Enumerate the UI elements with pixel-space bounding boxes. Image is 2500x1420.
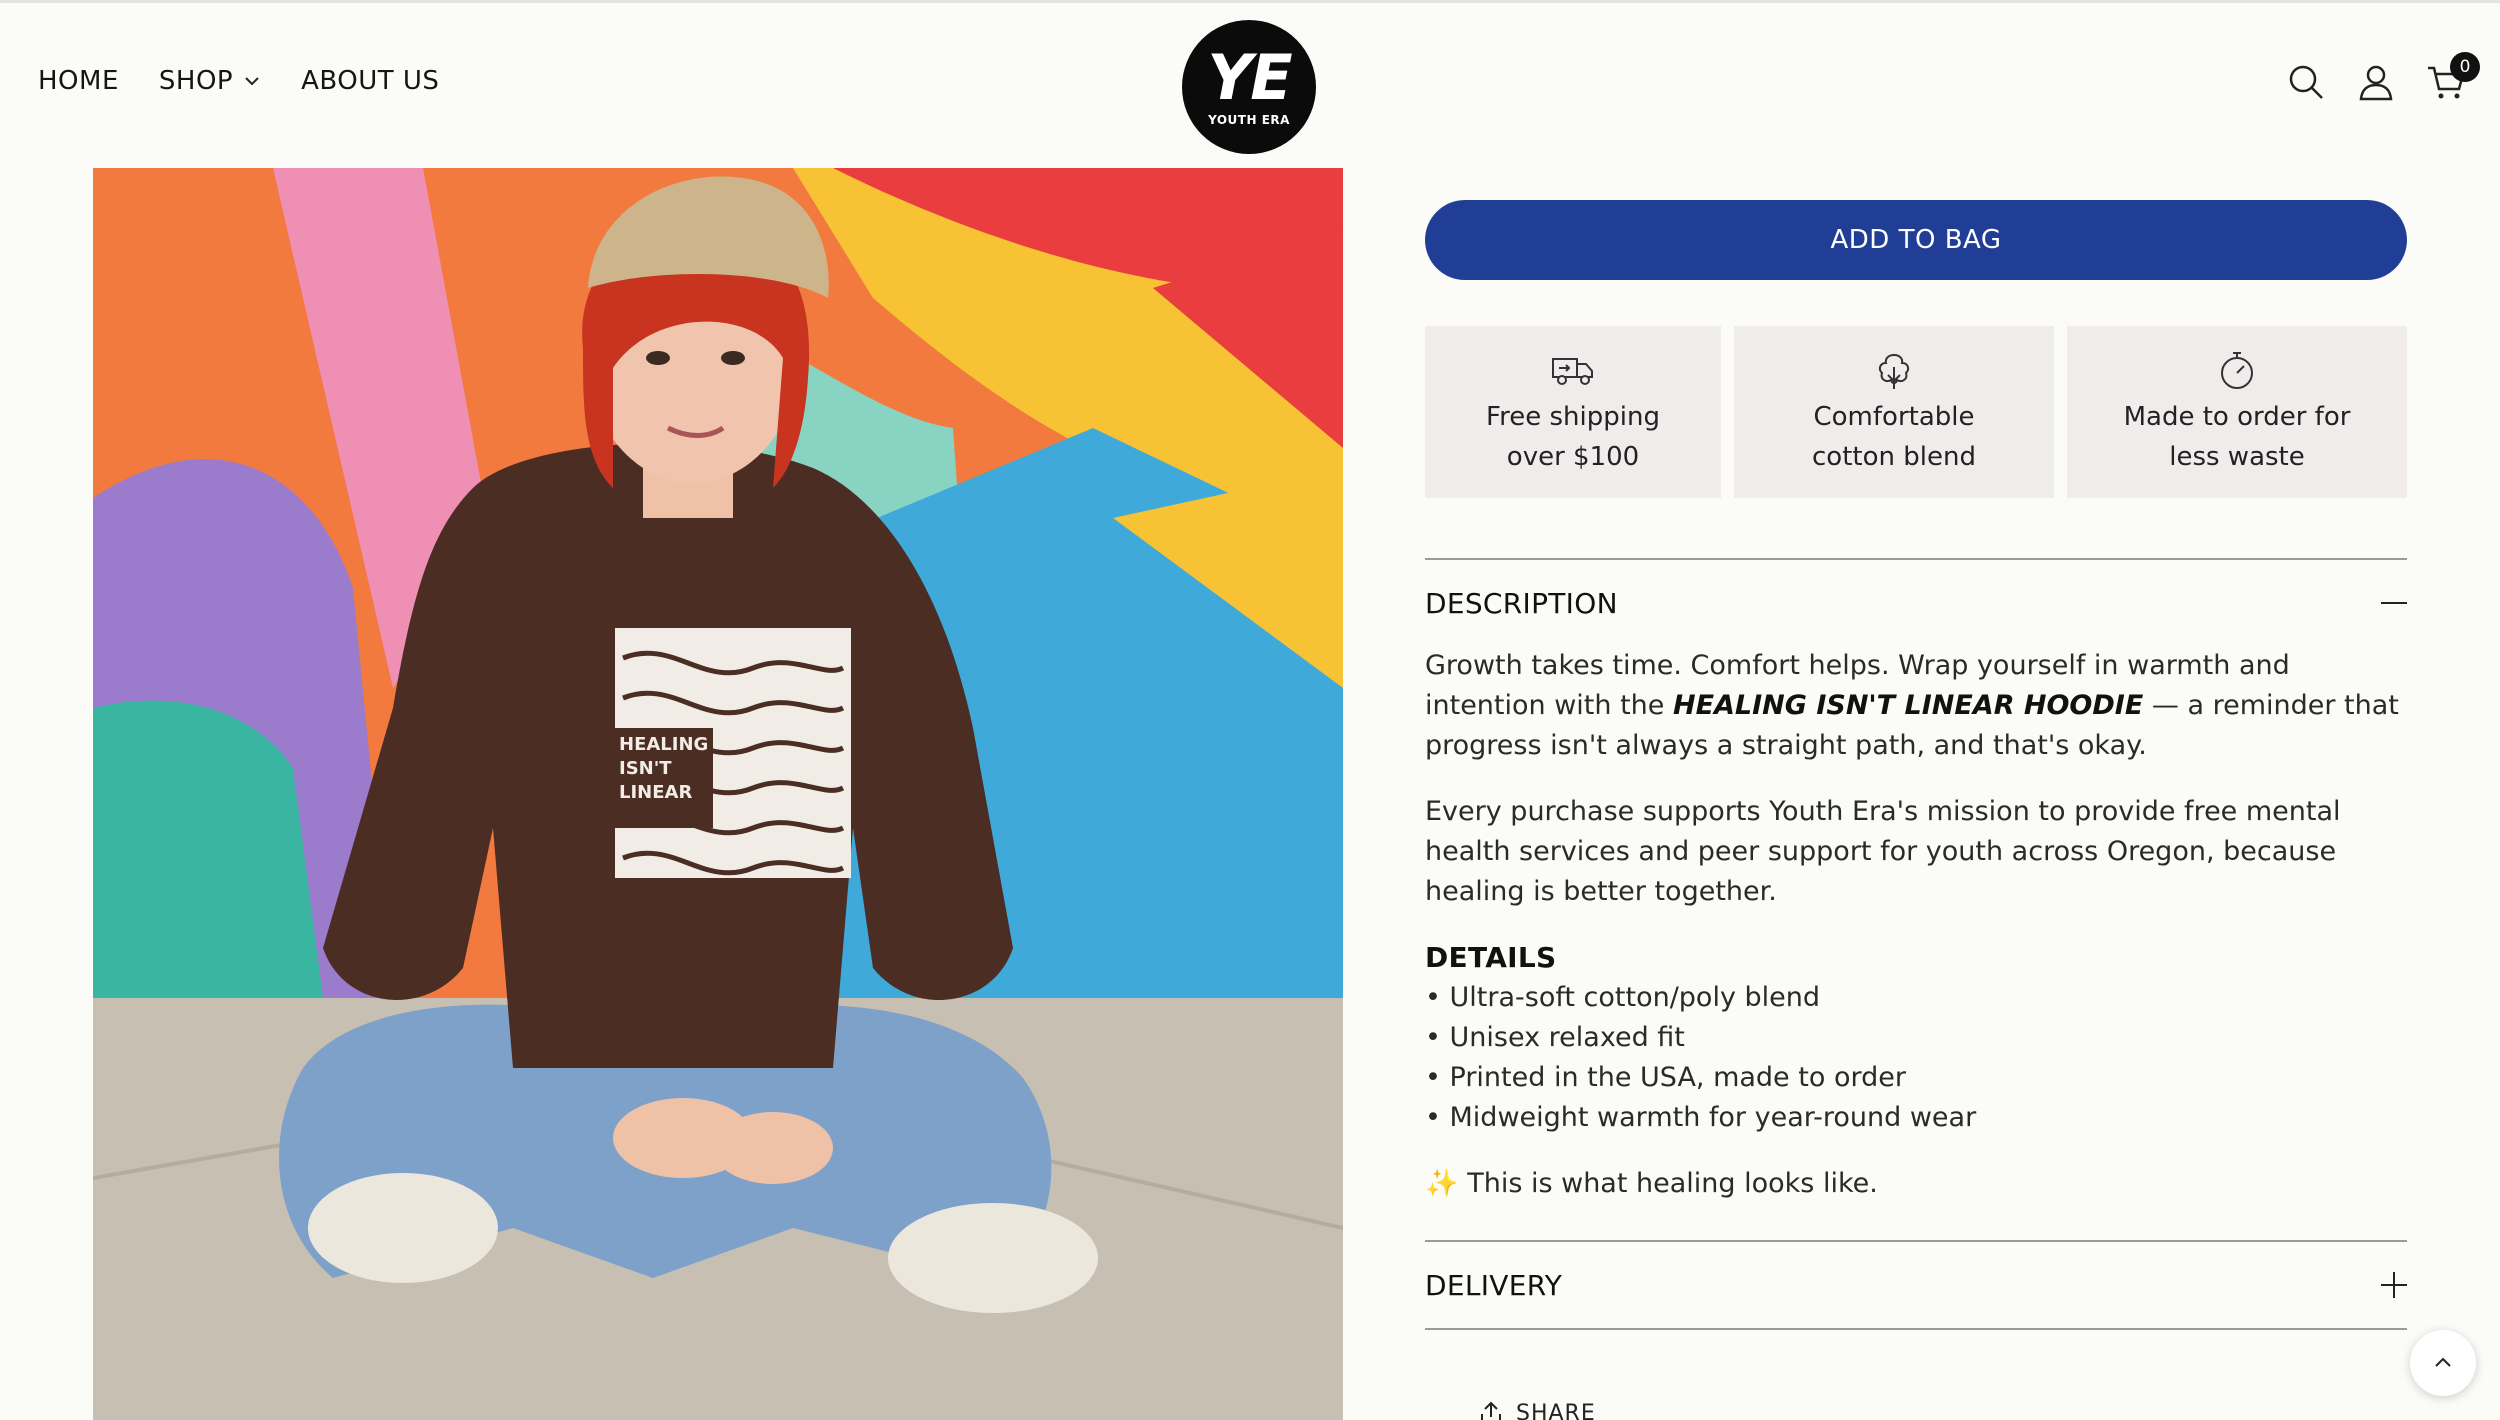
product-info: ADD TO BAG Free shipping over $100 Comfo… xyxy=(1425,200,2407,1330)
cart-count-badge: 0 xyxy=(2450,52,2480,82)
account-icon[interactable] xyxy=(2356,62,2396,102)
product-name-bold: HEALING ISN'T LINEAR HOODIE xyxy=(1672,690,2144,721)
closing-text: This is what healing looks like. xyxy=(1458,1168,1878,1199)
main-nav: HOME SHOP ABOUT US xyxy=(38,66,439,96)
details-list: • Ultra-soft cotton/poly blend • Unisex … xyxy=(1425,978,2407,1138)
chevron-up-icon xyxy=(2435,1357,2451,1367)
nav-shop-label: SHOP xyxy=(158,66,234,96)
logo-text: YOUTH ERA xyxy=(1208,113,1290,127)
feature-3-line-1: Made to order for xyxy=(2123,402,2351,432)
expand-plus-icon[interactable] xyxy=(2381,1272,2407,1298)
details-title: DETAILS xyxy=(1425,941,1557,974)
chevron-down-icon xyxy=(245,77,259,86)
feature-2-line-1: Comfortable xyxy=(1813,402,1975,432)
description-title: DESCRIPTION xyxy=(1425,586,1618,620)
sparkle-icon: ✨ xyxy=(1425,1168,1459,1199)
feature-1-line-2: over $100 xyxy=(1506,442,1640,472)
cart-icon[interactable]: 0 xyxy=(2426,52,2480,102)
nav-about[interactable]: ABOUT US xyxy=(301,66,439,96)
print-line-1: HEALING xyxy=(619,734,708,755)
print-line-2: ISN'T xyxy=(619,758,672,779)
top-border xyxy=(0,0,2500,3)
delivery-header[interactable]: DELIVERY xyxy=(1425,1242,2407,1328)
details-item: • Printed in the USA, made to order xyxy=(1425,1062,1906,1093)
product-photo[interactable]: HEALING ISN'T LINEAR xyxy=(93,168,1343,1420)
print-line-3: LINEAR xyxy=(619,782,692,803)
details-item: • Ultra-soft cotton/poly blend xyxy=(1425,982,1821,1013)
collapse-minus-icon[interactable] xyxy=(2381,590,2407,616)
nav-home[interactable]: HOME xyxy=(38,66,119,96)
feature-made-to-order: Made to order for less waste xyxy=(2067,326,2407,498)
share-icon xyxy=(1481,1401,1501,1420)
feature-free-shipping: Free shipping over $100 xyxy=(1425,326,1721,498)
delivery-accordion: DELIVERY xyxy=(1425,1240,2407,1330)
details-item: • Midweight warmth for year-round wear xyxy=(1425,1102,1977,1133)
description-accordion: DESCRIPTION Growth takes time. Comfort h… xyxy=(1425,558,2407,1240)
nav-shop[interactable]: SHOP xyxy=(159,66,261,96)
description-body: Growth takes time. Comfort helps. Wrap y… xyxy=(1425,646,2407,1240)
share-button[interactable]: SHARE xyxy=(1478,1400,1596,1420)
stopwatch-icon xyxy=(2221,352,2253,389)
description-header[interactable]: DESCRIPTION xyxy=(1425,560,2407,646)
nav-about-label: ABOUT US xyxy=(301,66,440,96)
product-photo-illustration: HEALING ISN'T LINEAR xyxy=(93,168,1343,1420)
closing-line: ✨ This is what healing looks like. xyxy=(1425,1164,2407,1204)
header-icons: 0 xyxy=(2286,52,2480,102)
details-item: • Unisex relaxed fit xyxy=(1425,1022,1685,1053)
share-label: SHARE xyxy=(1516,1400,1596,1420)
feature-3-line-2: less waste xyxy=(2169,442,2305,472)
feature-cotton-blend: Comfortable cotton blend xyxy=(1734,326,2054,498)
feature-1-line-1: Free shipping xyxy=(1486,402,1660,432)
description-paragraph-1: Growth takes time. Comfort helps. Wrap y… xyxy=(1425,646,2407,766)
nav-home-label: HOME xyxy=(38,66,119,96)
feature-tiles: Free shipping over $100 Comfortable cott… xyxy=(1425,326,2407,498)
brand-logo[interactable]: YE YOUTH ERA xyxy=(1182,20,1316,154)
delivery-title: DELIVERY xyxy=(1425,1268,1563,1302)
logo-mark: YE xyxy=(1207,41,1292,114)
add-to-bag-button[interactable]: ADD TO BAG xyxy=(1425,200,2407,280)
cotton-icon xyxy=(1878,353,1910,389)
description-paragraph-2: Every purchase supports Youth Era's miss… xyxy=(1425,796,2341,907)
feature-2-line-2: cotton blend xyxy=(1812,442,1976,472)
scroll-to-top-button[interactable] xyxy=(2410,1330,2476,1396)
truck-icon xyxy=(1552,358,1593,385)
search-icon[interactable] xyxy=(2286,62,2326,102)
